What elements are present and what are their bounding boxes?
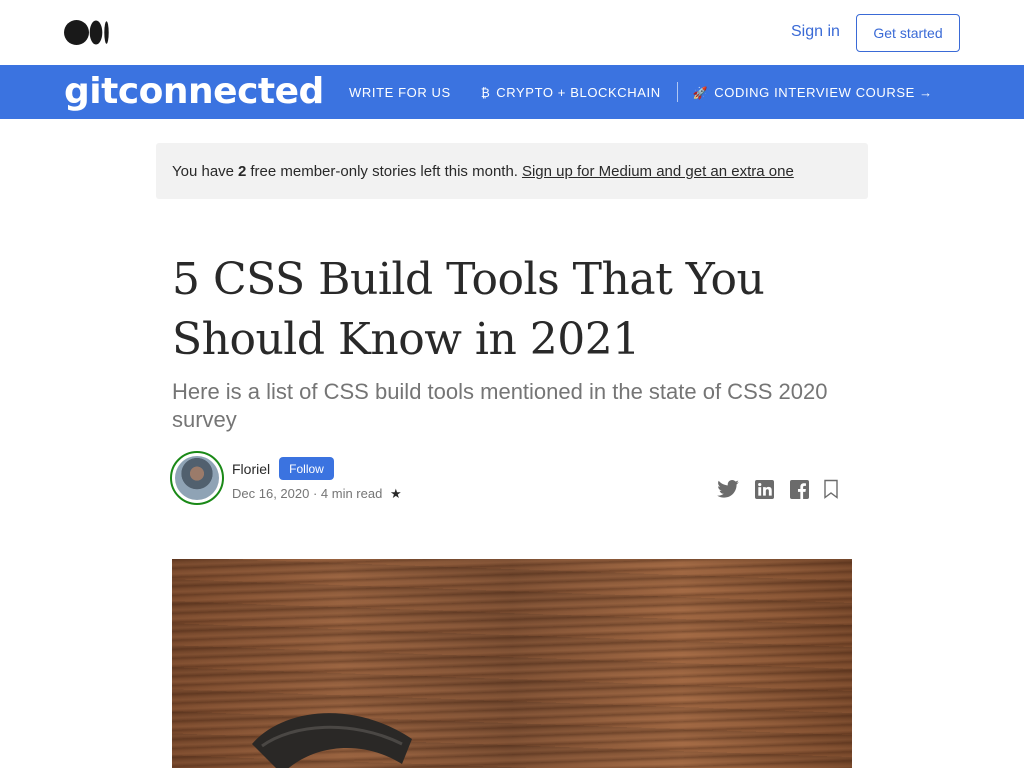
nav-coding-interview-course[interactable]: 🚀 CODING INTERVIEW COURSE → xyxy=(693,85,933,100)
avatar-image xyxy=(175,456,219,500)
article-title-line1: 5 CSS Build Tools That You xyxy=(172,254,765,305)
bitcoin-icon: ₿ xyxy=(480,85,491,100)
facebook-icon[interactable] xyxy=(788,478,810,500)
bookmark-icon[interactable] xyxy=(820,478,842,500)
top-bar: Sign in Get started xyxy=(0,0,1024,65)
author-name[interactable]: Floriel xyxy=(232,461,270,477)
nav-write-for-us[interactable]: WRITE FOR US xyxy=(349,85,451,100)
nav-coding-label: CODING INTERVIEW COURSE → xyxy=(714,84,933,100)
nav-divider xyxy=(676,82,678,102)
member-star-icon: ★ xyxy=(389,486,402,501)
article-title-line2: Should Know in 2021 xyxy=(172,314,640,365)
publication-logo[interactable]: gitconnected xyxy=(64,71,324,112)
article-title: 5 CSS Build Tools That You Should Know i… xyxy=(172,250,862,370)
banner-suffix: free member-only stories left this month… xyxy=(250,162,518,180)
nav-crypto-blockchain[interactable]: ₿ CRYPTO + BLOCKCHAIN xyxy=(481,85,661,100)
rocket-icon: 🚀 xyxy=(692,85,709,100)
medium-logo-icon[interactable] xyxy=(64,20,110,45)
hero-image xyxy=(172,559,852,768)
signup-link[interactable]: Sign up for Medium and get an extra one xyxy=(522,163,794,180)
article-subtitle: Here is a list of CSS build tools mentio… xyxy=(172,379,828,432)
member-stories-banner: You have 2 free member-only stories left… xyxy=(156,143,868,199)
publication-bar: gitconnected WRITE FOR US ₿ CRYPTO + BLOC… xyxy=(0,65,1024,119)
banner-count: 2 xyxy=(238,162,247,180)
get-started-button[interactable]: Get started xyxy=(856,14,960,52)
linkedin-icon[interactable] xyxy=(753,478,775,500)
nav-crypto-label: CRYPTO + BLOCKCHAIN xyxy=(496,84,661,100)
publish-date[interactable]: Dec 16, 2020 xyxy=(232,486,309,501)
hammer-image xyxy=(252,713,412,768)
banner-prefix: You have xyxy=(172,162,235,180)
author-avatar[interactable] xyxy=(170,451,224,505)
publication-nav: WRITE FOR US ₿ CRYPTO + BLOCKCHAIN 🚀 CODIN… xyxy=(349,65,933,119)
follow-button[interactable]: Follow xyxy=(279,457,334,480)
article-meta: Dec 16, 2020 · 4 min read ★ xyxy=(232,486,402,501)
twitter-icon[interactable] xyxy=(717,478,739,500)
read-time: 4 min read xyxy=(320,486,383,501)
sign-in-link[interactable]: Sign in xyxy=(791,23,840,41)
